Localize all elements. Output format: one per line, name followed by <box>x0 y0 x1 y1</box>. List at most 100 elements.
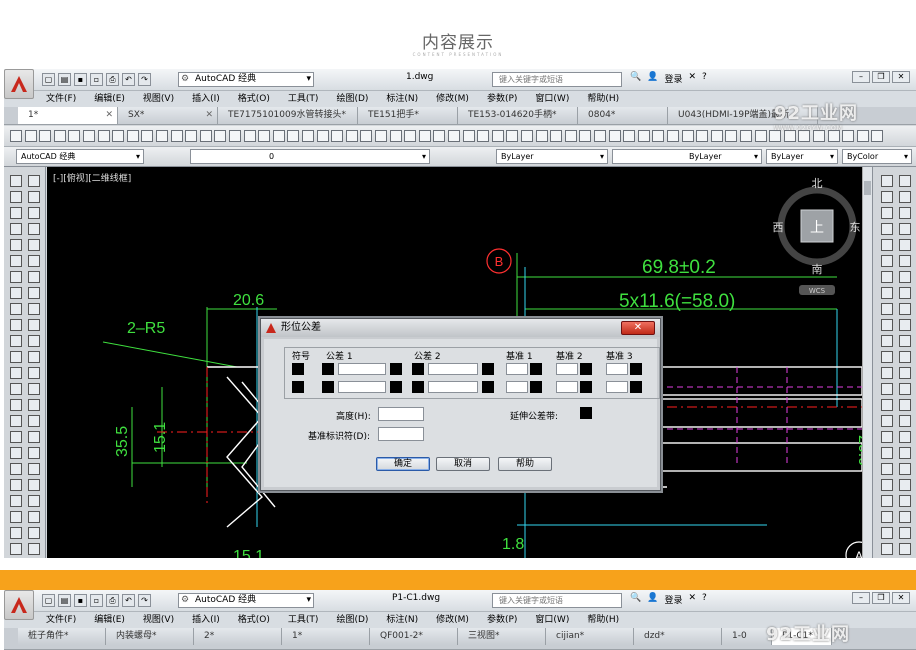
datum-identifier-input[interactable] <box>378 427 424 441</box>
viewcube-top[interactable]: 上 <box>810 220 824 236</box>
draw-tool-icon[interactable] <box>10 287 22 299</box>
toolbar-tool-icon[interactable] <box>418 130 431 142</box>
file-tab[interactable]: TE153-014620手柄* <box>458 107 578 124</box>
draw-tool-icon[interactable] <box>28 271 40 283</box>
file-tab[interactable]: 2* <box>194 628 282 645</box>
toolbar-tool-icon[interactable] <box>97 130 110 142</box>
toolbar-tool-icon[interactable] <box>535 130 548 142</box>
modify-tool-icon[interactable] <box>881 207 893 219</box>
vertical-scrollbar[interactable] <box>862 167 872 558</box>
symbol-swatch-2[interactable] <box>292 381 304 393</box>
datum1-value-1[interactable] <box>506 363 528 375</box>
print-icon[interactable]: ⎙ <box>106 594 119 607</box>
mc-swatch-1a[interactable] <box>390 363 402 375</box>
menu-modify[interactable]: 修改(M) <box>436 612 469 628</box>
toolbar-tool-icon[interactable] <box>345 130 358 142</box>
redo-icon[interactable]: ↷ <box>138 73 151 86</box>
modify-tool-icon[interactable] <box>881 399 893 411</box>
tolerance2-value-1[interactable] <box>428 363 478 375</box>
modify-tool-icon[interactable] <box>881 239 893 251</box>
toolbar-tool-icon[interactable] <box>53 130 66 142</box>
toolbar-tool-icon[interactable] <box>462 130 475 142</box>
modify-tool-icon[interactable] <box>899 383 911 395</box>
file-tab[interactable]: dzd* <box>634 628 722 645</box>
search-input[interactable]: 键入关键字或短语 <box>492 593 622 608</box>
modify-tool-icon[interactable] <box>899 447 911 459</box>
menu-file[interactable]: 文件(F) <box>46 91 76 107</box>
datum3-mc-1[interactable] <box>630 363 642 375</box>
autocad-application-button[interactable] <box>4 590 34 620</box>
toolbar-tool-icon[interactable] <box>594 130 606 142</box>
modify-tool-icon[interactable] <box>881 543 893 555</box>
modify-tool-icon[interactable] <box>881 303 893 315</box>
mc-swatch-1b[interactable] <box>482 363 494 375</box>
toolbar-tool-icon[interactable] <box>272 130 285 142</box>
menu-dimension[interactable]: 标注(N) <box>386 91 418 107</box>
modify-tool-icon[interactable] <box>899 223 911 235</box>
viewcube-north[interactable]: 北 <box>812 177 823 190</box>
toolbar-tool-icon[interactable] <box>681 130 694 142</box>
datum1-mc-2[interactable] <box>530 381 542 393</box>
modify-tool-icon[interactable] <box>881 383 893 395</box>
modify-tool-icon[interactable] <box>899 415 911 427</box>
draw-tool-icon[interactable] <box>28 335 40 347</box>
file-tab[interactable]: 内装螺母* <box>106 628 194 645</box>
modify-tool-icon[interactable] <box>881 367 893 379</box>
height-input[interactable] <box>378 407 424 421</box>
draw-tool-icon[interactable] <box>28 543 40 555</box>
toolbar-tool-icon[interactable] <box>696 130 709 142</box>
draw-tool-icon[interactable] <box>10 207 22 219</box>
datum2-value-1[interactable] <box>556 363 578 375</box>
menu-draw[interactable]: 绘图(D) <box>336 91 368 107</box>
file-tab[interactable]: SX* ✕ <box>118 107 218 124</box>
modify-tool-icon[interactable] <box>899 271 911 283</box>
toolbar-tool-icon[interactable] <box>477 130 490 142</box>
toolbar-tool-icon[interactable] <box>564 130 577 142</box>
file-tab[interactable]: 1* ✕ <box>18 107 118 124</box>
draw-tool-icon[interactable] <box>28 207 40 219</box>
draw-tool-icon[interactable] <box>10 223 22 235</box>
draw-tool-icon[interactable] <box>28 399 40 411</box>
dialog-close-button[interactable]: ✕ <box>621 321 655 335</box>
file-tab[interactable]: 1-0 <box>722 628 772 645</box>
menu-help[interactable]: 帮助(H) <box>587 612 619 628</box>
draw-tool-icon[interactable] <box>10 271 22 283</box>
draw-tool-icon[interactable] <box>10 319 22 331</box>
toolbar-tool-icon[interactable] <box>375 130 387 142</box>
cancel-button[interactable]: 取消 <box>436 457 490 471</box>
symbol-swatch-1[interactable] <box>292 363 304 375</box>
toolbar-tool-icon[interactable] <box>404 130 417 142</box>
modify-tool-icon[interactable] <box>881 335 893 347</box>
draw-tool-icon[interactable] <box>10 479 22 491</box>
menu-file[interactable]: 文件(F) <box>46 612 76 628</box>
modify-tool-icon[interactable] <box>899 511 911 523</box>
menu-edit[interactable]: 编辑(E) <box>94 612 125 628</box>
toolbar-tool-icon[interactable] <box>448 130 460 142</box>
datum3-value-2[interactable] <box>606 381 628 393</box>
draw-tool-icon[interactable] <box>10 463 22 475</box>
exchange-icon[interactable]: ✕ <box>688 593 696 606</box>
draw-tool-icon[interactable] <box>10 191 22 203</box>
toolbar-tool-icon[interactable] <box>740 130 752 142</box>
ok-button[interactable]: 确定 <box>376 457 430 471</box>
modify-tool-icon[interactable] <box>881 463 893 475</box>
dialog-title-bar[interactable]: 形位公差 ✕ <box>261 319 660 337</box>
exchange-icon[interactable]: ✕ <box>688 72 696 85</box>
toolbar-tool-icon[interactable] <box>331 130 344 142</box>
draw-tool-icon[interactable] <box>28 239 40 251</box>
new-file-icon[interactable]: ▢ <box>42 594 55 607</box>
menu-parametric[interactable]: 参数(P) <box>487 612 517 628</box>
dia-swatch-1b[interactable] <box>412 363 424 375</box>
toolbar-tool-icon[interactable] <box>316 130 329 142</box>
menu-edit[interactable]: 编辑(E) <box>94 91 125 107</box>
modify-tool-icon[interactable] <box>881 271 893 283</box>
autocad-application-button[interactable] <box>4 69 34 99</box>
modify-tool-icon[interactable] <box>899 191 911 203</box>
close-button[interactable]: ✕ <box>892 592 910 604</box>
minimize-button[interactable]: – <box>852 71 870 83</box>
modify-tool-icon[interactable] <box>881 511 893 523</box>
draw-tool-icon[interactable] <box>10 511 22 523</box>
modify-tool-icon[interactable] <box>899 303 911 315</box>
modify-tool-icon[interactable] <box>899 431 911 443</box>
modify-tool-icon[interactable] <box>881 479 893 491</box>
